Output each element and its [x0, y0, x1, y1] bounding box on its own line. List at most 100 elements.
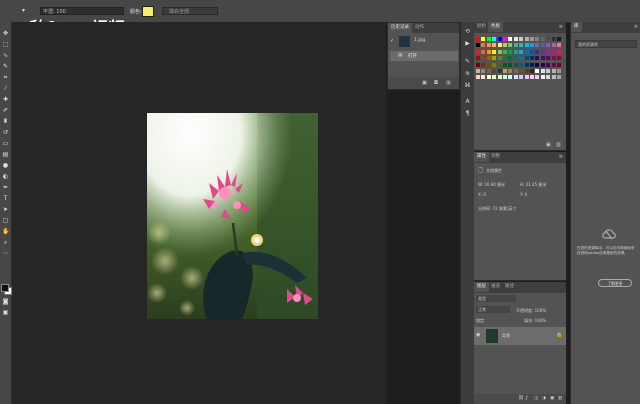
actions-panel-icon[interactable]: ▶: [464, 40, 471, 47]
color-swatch[interactable]: [530, 69, 534, 73]
x-label[interactable]: X: 0: [478, 192, 486, 197]
trash-icon[interactable]: ▥: [446, 80, 451, 86]
color-swatch[interactable]: [551, 69, 556, 73]
color-swatch[interactable]: [530, 56, 534, 61]
panel-menu-icon[interactable]: ≡: [559, 24, 563, 30]
color-swatch[interactable]: [540, 69, 545, 73]
path-select-tool-icon[interactable]: ➤: [2, 206, 9, 213]
marquee-tool-icon[interactable]: ⬚: [2, 41, 9, 48]
color-swatch[interactable]: [530, 49, 534, 54]
color-swatch[interactable]: [551, 37, 556, 41]
color-swatch[interactable]: [557, 75, 561, 80]
tab-actions[interactable]: 动作: [412, 23, 427, 33]
quick-select-tool-icon[interactable]: ✎: [2, 63, 9, 70]
new-layer-icon[interactable]: ▣: [550, 396, 554, 401]
color-swatch[interactable]: [546, 56, 551, 61]
tab-swatches[interactable]: 色板: [488, 22, 503, 32]
tab-layers[interactable]: 图层: [474, 282, 489, 292]
eyedropper-tool-icon[interactable]: ⁄: [2, 85, 9, 92]
color-swatch[interactable]: [557, 62, 561, 67]
color-swatch[interactable]: [540, 62, 545, 67]
color-swatch[interactable]: [508, 75, 513, 80]
color-swatch[interactable]: [508, 37, 513, 41]
type-tool-icon[interactable]: T: [2, 195, 9, 202]
color-swatch[interactable]: [524, 56, 529, 61]
clone-stamp-tool-icon[interactable]: ♜: [2, 118, 9, 125]
color-swatch[interactable]: [535, 56, 540, 61]
color-swatch[interactable]: [492, 49, 497, 54]
color-swatch[interactable]: [497, 56, 502, 61]
color-swatch[interactable]: [551, 62, 556, 67]
healing-brush-tool-icon[interactable]: ✚: [2, 96, 9, 103]
tab-properties[interactable]: 属性: [474, 152, 489, 162]
adjustment-icon[interactable]: ◑: [542, 396, 546, 401]
brush-settings-icon[interactable]: ≋: [464, 70, 471, 77]
history-state-open[interactable]: ▤ 打开: [390, 51, 458, 61]
move-tool-icon[interactable]: ✥: [2, 30, 9, 37]
color-swatch[interactable]: [503, 75, 507, 80]
color-swatch[interactable]: [524, 43, 529, 48]
library-select[interactable]: 我的资源库: [575, 40, 637, 48]
color-swatch[interactable]: [557, 56, 561, 61]
visibility-eye-icon[interactable]: ◉: [476, 332, 480, 338]
color-swatch[interactable]: [513, 69, 518, 73]
color-swatch[interactable]: [540, 56, 545, 61]
color-swatch[interactable]: [497, 37, 502, 41]
color-swatch[interactable]: [524, 37, 529, 41]
color-swatch[interactable]: [551, 49, 556, 54]
color-swatch[interactable]: [557, 43, 561, 48]
tab-color[interactable]: 颜色: [474, 22, 489, 32]
screen-mode-icon[interactable]: ▣: [2, 309, 9, 316]
color-swatch[interactable]: [535, 62, 540, 67]
width-label[interactable]: W: 16.94 厘米: [478, 182, 505, 188]
color-swatch[interactable]: [535, 49, 540, 54]
color-swatch[interactable]: [497, 43, 502, 48]
color-swatch[interactable]: [481, 62, 486, 67]
color-swatch[interactable]: [486, 56, 491, 61]
document-image[interactable]: [147, 113, 318, 319]
color-swatch[interactable]: [546, 62, 551, 67]
clone-source-icon[interactable]: ⌘: [464, 82, 471, 89]
color-swatch[interactable]: [513, 49, 518, 54]
paragraph-panel-icon[interactable]: ¶: [464, 110, 471, 117]
color-swatch[interactable]: [492, 75, 497, 80]
tab-libraries[interactable]: 库: [571, 22, 582, 32]
color-swatch[interactable]: [513, 43, 518, 48]
height-label[interactable]: H: 21.45 厘米: [520, 182, 546, 188]
brush-tool-icon[interactable]: ✐: [2, 107, 9, 114]
color-swatch[interactable]: [497, 75, 502, 80]
color-swatch[interactable]: [513, 75, 518, 80]
color-swatch[interactable]: [476, 43, 480, 48]
hand-tool-icon[interactable]: ✋: [2, 228, 9, 235]
color-swatch[interactable]: [492, 43, 497, 48]
color-swatch[interactable]: [503, 43, 507, 48]
panel-menu-icon[interactable]: ≡: [559, 154, 563, 160]
y-label[interactable]: Y: 0: [520, 192, 527, 197]
zoom-tool-icon[interactable]: ⌕: [2, 239, 9, 246]
snapshot-camera-icon[interactable]: ◘: [434, 80, 438, 86]
brush-panel-icon[interactable]: ✎: [464, 58, 471, 65]
color-swatch[interactable]: [551, 56, 556, 61]
color-swatch[interactable]: [519, 43, 524, 48]
color-swatch[interactable]: [497, 62, 502, 67]
history-brush-tool-icon[interactable]: ↺: [2, 129, 9, 136]
panel-menu-icon[interactable]: ≡: [634, 24, 638, 30]
color-swatch[interactable]: [492, 56, 497, 61]
foreground-color[interactable]: [1, 284, 9, 292]
color-swatch[interactable]: [519, 56, 524, 61]
color-swatch[interactable]: [524, 62, 529, 67]
color-swatch[interactable]: [481, 43, 486, 48]
color-swatch[interactable]: [551, 43, 556, 48]
learn-more-button[interactable]: 了解更多: [598, 279, 632, 287]
color-swatch[interactable]: [557, 49, 561, 54]
blend-mode-select[interactable]: 正常: [476, 306, 510, 313]
color-swatch[interactable]: [519, 69, 524, 73]
color-swatch[interactable]: [503, 49, 507, 54]
shape-tool-icon[interactable]: ▢: [2, 217, 9, 224]
tab-history[interactable]: 历史记录: [388, 23, 412, 33]
color-swatch[interactable]: [546, 75, 551, 80]
edit-toolbar-icon[interactable]: ⋯: [2, 250, 9, 257]
color-swatch[interactable]: [497, 69, 502, 73]
color-swatch[interactable]: [476, 69, 480, 73]
color-swatch[interactable]: [540, 75, 545, 80]
